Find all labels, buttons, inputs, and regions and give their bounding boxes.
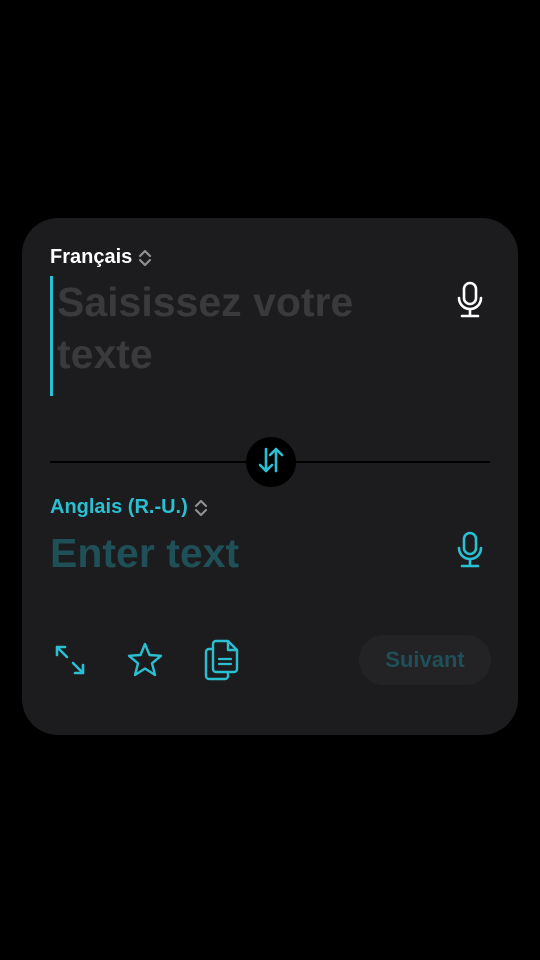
target-text-output: Enter text <box>50 530 240 576</box>
target-microphone-icon[interactable] <box>450 528 490 572</box>
expand-icon[interactable] <box>48 638 92 682</box>
copy-icon[interactable] <box>200 638 244 682</box>
source-language-selector[interactable]: Français <box>50 246 152 269</box>
target-language-label: Anglais (R.-U.) <box>50 496 188 518</box>
swap-arrows-icon <box>256 445 286 480</box>
translate-card: Français Anglais (R.-U.) <box>22 218 518 735</box>
next-button[interactable]: Suivant <box>359 635 491 685</box>
chevron-up-down-icon <box>138 248 152 268</box>
swap-languages-button[interactable] <box>246 437 296 487</box>
source-text-input[interactable] <box>50 276 430 396</box>
source-microphone-icon[interactable] <box>450 278 490 322</box>
star-icon[interactable] <box>123 638 167 682</box>
chevron-up-down-icon <box>194 498 208 518</box>
target-language-selector[interactable]: Anglais (R.-U.) <box>50 496 208 519</box>
source-language-label: Français <box>50 246 133 268</box>
